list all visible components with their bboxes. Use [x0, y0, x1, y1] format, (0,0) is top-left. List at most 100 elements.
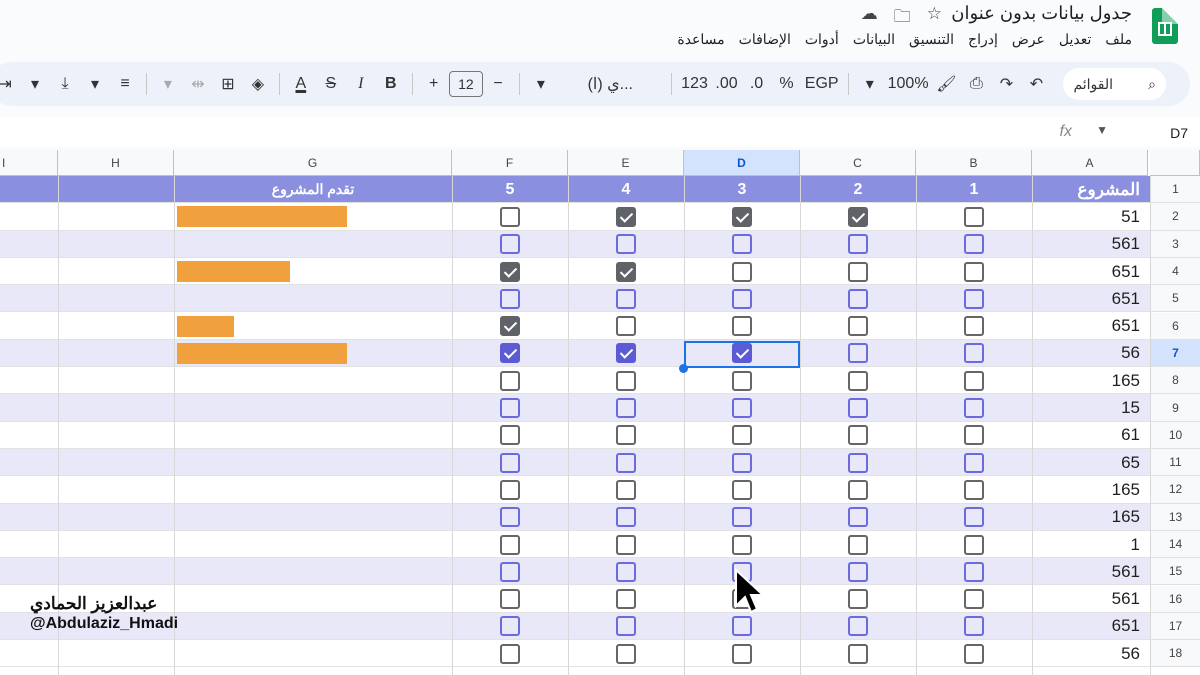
checkbox[interactable]	[848, 452, 868, 473]
project-cell[interactable]: 165	[1032, 504, 1148, 531]
checkbox[interactable]	[964, 370, 984, 391]
increase-decimal-button[interactable]: .00	[712, 68, 742, 100]
checkbox[interactable]	[964, 206, 984, 227]
checkbox[interactable]	[964, 589, 984, 610]
checkbox[interactable]	[964, 425, 984, 446]
menu-extensions[interactable]: الإضافات	[739, 31, 791, 48]
project-cell[interactable]: 561	[1032, 586, 1148, 613]
project-cell[interactable]: 56	[1032, 340, 1148, 367]
font-family-select[interactable]: (ي (ا...	[556, 68, 665, 100]
checkbox[interactable]	[616, 425, 636, 446]
project-cell[interactable]: 561	[1032, 231, 1148, 258]
checkbox[interactable]	[964, 561, 984, 582]
row-header[interactable]: 2	[1150, 203, 1200, 231]
italic-button[interactable]: I	[346, 68, 376, 100]
checkbox[interactable]	[848, 534, 868, 555]
bold-button[interactable]: B	[376, 68, 406, 100]
font-size-input[interactable]: 12	[448, 71, 484, 97]
row-header[interactable]: 18	[1150, 640, 1200, 668]
checkbox[interactable]	[848, 589, 868, 610]
header-cell-g[interactable]: تقدم المشروع	[174, 176, 452, 203]
strikethrough-button[interactable]: S	[316, 68, 346, 100]
decrease-decimal-button[interactable]: .0	[742, 68, 772, 100]
project-cell[interactable]: 651	[1032, 613, 1148, 640]
checkbox[interactable]	[616, 643, 636, 664]
checkbox[interactable]	[500, 343, 520, 364]
checkbox[interactable]	[848, 616, 868, 637]
column-header-c[interactable]: C	[800, 150, 916, 176]
checkbox[interactable]	[848, 343, 868, 364]
checkbox[interactable]	[616, 370, 636, 391]
row-header[interactable]: 12	[1150, 476, 1200, 504]
menu-edit[interactable]: تعديل	[1059, 31, 1092, 48]
row-header[interactable]: 15	[1150, 558, 1200, 586]
checkbox[interactable]	[500, 261, 520, 282]
menu-tools[interactable]: أدوات	[805, 31, 839, 48]
checkbox[interactable]	[616, 288, 636, 309]
column-header-i[interactable]: I	[0, 150, 58, 176]
project-cell[interactable]: 1	[1032, 531, 1148, 558]
checkbox[interactable]	[964, 507, 984, 528]
checkbox[interactable]	[964, 343, 984, 364]
checkbox[interactable]	[964, 261, 984, 282]
menu-file[interactable]: ملف	[1105, 31, 1132, 48]
checkbox[interactable]	[616, 616, 636, 637]
column-header-h[interactable]: H	[58, 150, 174, 176]
checkbox[interactable]	[500, 452, 520, 473]
project-cell[interactable]: 651	[1032, 313, 1148, 340]
currency-format-button[interactable]: EGP	[802, 68, 842, 100]
header-cell-e[interactable]: 4	[568, 176, 684, 203]
checkbox[interactable]	[500, 589, 520, 610]
column-header-b[interactable]: B	[916, 150, 1032, 176]
checkbox[interactable]	[616, 589, 636, 610]
checkbox[interactable]	[500, 398, 520, 419]
checkbox[interactable]	[732, 507, 752, 528]
checkbox[interactable]	[964, 534, 984, 555]
project-cell[interactable]: 56	[1032, 640, 1148, 667]
checkbox[interactable]	[616, 234, 636, 255]
checkbox[interactable]	[500, 206, 520, 227]
checkbox[interactable]	[500, 234, 520, 255]
project-cell[interactable]: 561	[1032, 558, 1148, 585]
row-header[interactable]: 6	[1150, 312, 1200, 340]
menu-help[interactable]: مساعدة	[677, 31, 724, 48]
checkbox[interactable]	[616, 206, 636, 227]
checkbox[interactable]	[732, 479, 752, 500]
checkbox[interactable]	[732, 370, 752, 391]
header-cell-c[interactable]: 2	[800, 176, 916, 203]
checkbox[interactable]	[848, 234, 868, 255]
checkbox[interactable]	[616, 507, 636, 528]
sheets-logo-icon[interactable]	[1152, 8, 1178, 44]
row-header[interactable]: 1	[1150, 176, 1200, 204]
font-dropdown-icon[interactable]: ▾	[526, 68, 556, 100]
menu-insert[interactable]: إدراج	[968, 31, 998, 48]
merge-dropdown-icon[interactable]: ▾	[153, 68, 183, 100]
project-cell[interactable]: 15	[1032, 394, 1148, 421]
text-wrap-icon[interactable]: ⇥	[0, 68, 20, 100]
checkbox[interactable]	[964, 316, 984, 337]
header-cell-a[interactable]: المشروع	[1032, 176, 1148, 203]
borders-icon[interactable]: ⊞	[213, 68, 243, 100]
row-header[interactable]: 8	[1150, 367, 1200, 395]
selected-cell-outline[interactable]	[684, 341, 800, 368]
checkbox[interactable]	[964, 234, 984, 255]
checkbox[interactable]	[732, 206, 752, 227]
menu-data[interactable]: البيانات	[853, 31, 895, 48]
row-header[interactable]: 7	[1150, 339, 1200, 368]
decrease-font-size-button[interactable]: −	[483, 68, 513, 100]
checkbox[interactable]	[732, 452, 752, 473]
select-all-corner[interactable]	[1150, 150, 1200, 176]
checkbox[interactable]	[964, 479, 984, 500]
project-cell[interactable]: 651	[1032, 258, 1148, 285]
checkbox[interactable]	[848, 370, 868, 391]
checkbox[interactable]	[848, 316, 868, 337]
checkbox[interactable]	[848, 288, 868, 309]
project-cell[interactable]: 165	[1032, 367, 1148, 394]
checkbox[interactable]	[500, 561, 520, 582]
redo-icon[interactable]: ↷	[991, 68, 1021, 100]
checkbox[interactable]	[964, 398, 984, 419]
checkbox[interactable]	[732, 288, 752, 309]
name-box-dropdown-icon[interactable]: ▼	[1096, 123, 1108, 137]
menu-view[interactable]: عرض	[1012, 31, 1045, 48]
checkbox[interactable]	[732, 261, 752, 282]
